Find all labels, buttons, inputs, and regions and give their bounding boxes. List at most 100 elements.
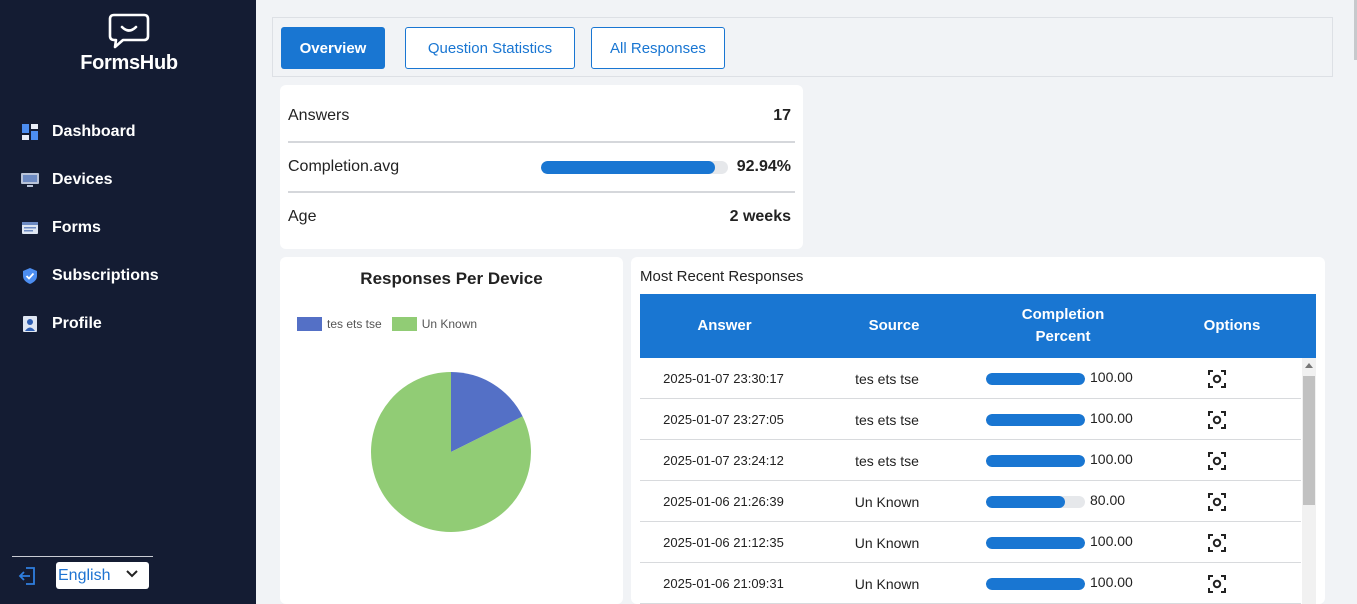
answer-cell: 2025-01-07 23:24:12 — [663, 453, 784, 468]
scrollbar-thumb[interactable] — [1303, 376, 1315, 505]
focus-view-icon[interactable] — [1208, 574, 1226, 593]
completion-cell: 100.00 — [986, 522, 1186, 563]
completion-bar-fill — [986, 495, 1066, 508]
source-cell: Un Known — [854, 493, 920, 510]
page-scrollbar[interactable] — [1343, 0, 1357, 604]
tab-overview[interactable]: Overview — [281, 27, 385, 69]
completion-percent: 100.00 — [1090, 533, 1133, 549]
completion-bar — [986, 536, 1085, 549]
table-body: 2025-01-07 23:30:17 tes ets tse 100.00 2025… — [640, 358, 1301, 604]
brand-logo[interactable]: FormsHub — [74, 12, 184, 75]
tab-question-statistics[interactable]: Question Statistics — [405, 27, 575, 69]
chevron-down-icon — [126, 570, 138, 578]
options-cell — [1207, 440, 1227, 481]
options-cell — [1207, 563, 1227, 604]
completion-cell: 100.00 — [986, 440, 1186, 481]
focus-view-icon[interactable] — [1208, 369, 1226, 388]
table-scrollbar[interactable] — [1302, 358, 1316, 604]
profile-icon — [20, 314, 40, 334]
table-row: 2025-01-07 23:24:12 tes ets tse 100.00 — [640, 440, 1301, 481]
sidebar-item-devices[interactable]: Devices — [0, 156, 256, 204]
options-cell — [1207, 399, 1227, 440]
sidebar-item-forms[interactable]: Forms — [0, 204, 256, 252]
chart-title: Responses Per Device — [360, 269, 543, 288]
sidebar-item-profile[interactable]: Profile — [0, 300, 256, 348]
language-select[interactable]: English — [56, 562, 149, 589]
sidebar-item-dashboard[interactable]: Dashboard — [0, 108, 256, 156]
options-cell — [1207, 481, 1227, 522]
tab-bar: Overview Question Statistics All Respons… — [272, 17, 1333, 77]
recent-responses-card: Most Recent Responses Answer Source Comp… — [631, 257, 1325, 604]
answer-cell: 2025-01-07 23:27:05 — [663, 412, 784, 427]
logout-icon[interactable] — [17, 565, 39, 587]
answer-cell: 2025-01-06 21:09:31 — [663, 576, 784, 591]
legend-item[interactable]: Un Known — [391, 317, 478, 331]
completion-bar-fill — [986, 454, 1085, 467]
answers-value: 17 — [773, 107, 791, 124]
sidebar-item-label: Dashboard — [52, 123, 136, 140]
focus-view-icon[interactable] — [1208, 410, 1226, 429]
sidebar-item-label: Subscriptions — [52, 267, 159, 284]
answer-cell: 2025-01-06 21:12:35 — [663, 535, 784, 550]
sidebar-item-label: Profile — [52, 315, 102, 332]
shield-icon — [20, 266, 40, 286]
age-row: Age 2 weeks — [288, 192, 795, 242]
completion-bar — [986, 454, 1085, 467]
completion-percent: 80.00 — [1090, 492, 1126, 508]
age-label: Age — [288, 208, 317, 225]
completion-percent: 100.00 — [1090, 451, 1133, 467]
completion-bar-fill — [986, 577, 1085, 590]
table-row: 2025-01-07 23:27:05 tes ets tse 100.00 — [640, 399, 1301, 440]
table-header: Answer Source Completion Percent Options — [640, 294, 1316, 358]
age-value: 2 weeks — [729, 208, 791, 225]
scroll-up-icon[interactable] — [1305, 363, 1313, 368]
monitor-icon — [20, 170, 40, 190]
completion-progress-bar — [541, 161, 728, 174]
chat-bubble-smile-icon — [108, 13, 150, 49]
focus-view-icon[interactable] — [1208, 451, 1226, 470]
column-header-source[interactable]: Source — [809, 294, 979, 358]
answers-row: Answers 17 — [288, 91, 795, 141]
completion-bar-fill — [986, 536, 1085, 549]
completion-progress-fill — [541, 161, 715, 174]
legend-swatch — [391, 317, 417, 331]
sidebar-item-label: Forms — [52, 219, 101, 236]
completion-bar-fill — [986, 372, 1085, 385]
tab-all-responses[interactable]: All Responses — [591, 27, 725, 69]
summary-card: Answers 17 Completion.avg 92.94% Age 2 w… — [280, 85, 803, 249]
recent-responses-title: Most Recent Responses — [640, 268, 804, 285]
source-cell: Un Known — [854, 575, 920, 592]
completion-cell: 100.00 — [986, 358, 1186, 399]
sidebar: FormsHub Dashboard Devices Forms Subscri… — [0, 0, 256, 604]
column-header-completion[interactable]: Completion Percent — [1008, 294, 1118, 358]
answer-cell: 2025-01-06 21:26:39 — [663, 494, 784, 509]
dashboard-icon — [20, 122, 40, 142]
brand-name: FormsHub — [80, 52, 178, 74]
options-cell — [1207, 522, 1227, 563]
table-row: 2025-01-06 21:12:35 Un Known 100.00 — [640, 522, 1301, 563]
legend-item[interactable]: tes ets tse — [297, 317, 382, 331]
completion-percent: 100.00 — [1090, 410, 1133, 426]
completion-row: Completion.avg 92.94% — [288, 142, 795, 192]
column-header-answer[interactable]: Answer — [640, 294, 809, 358]
sidebar-footer: English — [12, 556, 153, 596]
completion-cell: 80.00 — [986, 481, 1186, 522]
options-cell — [1207, 358, 1227, 399]
completion-percent: 100.00 — [1090, 369, 1133, 385]
sidebar-item-subscriptions[interactable]: Subscriptions — [0, 252, 256, 300]
completion-bar — [986, 495, 1085, 508]
completion-cell: 100.00 — [986, 399, 1186, 440]
legend-label: Un Known — [421, 317, 478, 331]
completion-bar — [986, 413, 1085, 426]
focus-view-icon[interactable] — [1208, 533, 1226, 552]
focus-view-icon[interactable] — [1208, 492, 1226, 511]
completion-bar — [986, 577, 1085, 590]
table-row: 2025-01-06 21:09:31 Un Known 100.00 — [640, 563, 1301, 604]
completion-percent: 100.00 — [1090, 574, 1133, 590]
completion-value: 92.94% — [736, 158, 791, 175]
answers-label: Answers — [288, 107, 350, 124]
pie-chart — [371, 372, 531, 532]
completion-cell: 100.00 — [986, 563, 1186, 604]
answer-cell: 2025-01-07 23:30:17 — [663, 371, 784, 386]
column-header-options[interactable]: Options — [1147, 294, 1317, 358]
